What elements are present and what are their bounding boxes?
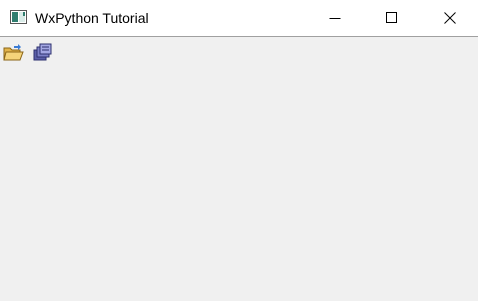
open-tool-button[interactable] xyxy=(2,42,24,64)
minimize-icon xyxy=(329,18,341,19)
toolbar xyxy=(0,38,478,68)
exit-tool-button[interactable] xyxy=(31,42,53,64)
window-title: WxPython Tutorial xyxy=(35,10,149,26)
open-folder-icon xyxy=(3,44,24,61)
app-window: WxPython Tutorial xyxy=(0,0,478,301)
window-app-icon xyxy=(10,10,27,24)
exit-app-icon xyxy=(33,43,52,61)
minimize-button[interactable] xyxy=(307,0,363,36)
close-icon xyxy=(444,12,456,24)
title-bar[interactable]: WxPython Tutorial xyxy=(0,0,478,37)
maximize-icon xyxy=(386,12,397,23)
maximize-button[interactable] xyxy=(363,0,419,36)
close-button[interactable] xyxy=(422,0,478,36)
